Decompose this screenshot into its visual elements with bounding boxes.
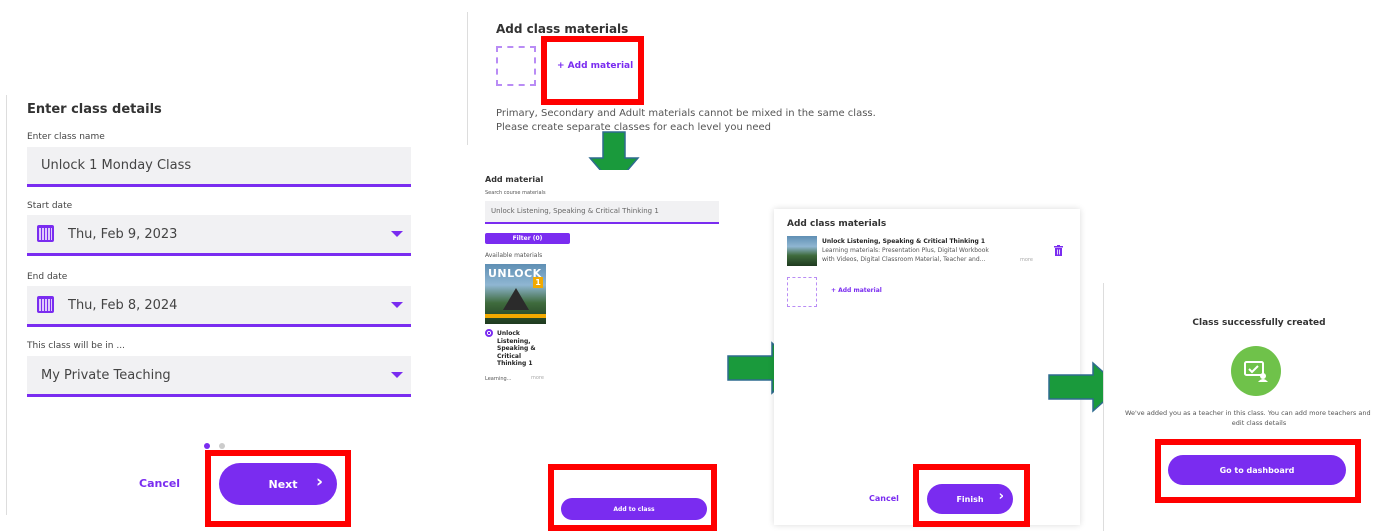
trash-icon[interactable]: [1054, 245, 1063, 256]
book-level-badge: 1: [533, 277, 543, 288]
location-select[interactable]: My Private Teaching: [27, 356, 411, 397]
panel-title: Enter class details: [27, 102, 162, 117]
success-badge-icon: [1231, 346, 1281, 396]
cover-stripe: [485, 314, 546, 318]
calendar-icon: [37, 225, 54, 242]
end-date-value: Thu, Feb 8, 2024: [68, 298, 178, 313]
pagination-dot: [219, 443, 225, 449]
start-date-select[interactable]: Thu, Feb 9, 2023: [27, 215, 411, 256]
pagination-dot-active: [204, 443, 210, 449]
class-name-input[interactable]: Unlock 1 Monday Class: [27, 147, 411, 187]
search-value: Unlock Listening, Speaking & Critical Th…: [491, 207, 659, 215]
book-title: Unlock Listening, Speaking & Critical Th…: [497, 330, 536, 367]
location-value: My Private Teaching: [41, 368, 171, 383]
chevron-down-icon: [391, 372, 403, 378]
selected-material-desc-line1: Learning materials: Presentation Plus, D…: [822, 247, 989, 254]
material-placeholder: [787, 277, 817, 307]
radio-selected-icon[interactable]: [485, 329, 493, 337]
panel-title: Add material: [485, 175, 544, 184]
selected-material-desc-line2: with Videos, Digital Classroom Material,…: [822, 256, 986, 263]
highlight-dashboard-button: [1155, 439, 1361, 503]
success-message-line1: We've added you as a teacher in this cla…: [1125, 409, 1371, 417]
available-materials-label: Available materials: [485, 252, 543, 259]
add-class-materials-panel: Add class materials + Add material Prima…: [467, 12, 878, 145]
selected-material-title: Unlock Listening, Speaking & Critical Th…: [822, 238, 986, 245]
chevron-down-icon: [391, 302, 403, 308]
filter-button[interactable]: Filter (0): [485, 233, 570, 244]
end-date-select[interactable]: Thu, Feb 8, 2024: [27, 286, 411, 327]
add-material-link[interactable]: + Add material: [831, 287, 882, 294]
book-meta: Learning...: [485, 376, 512, 382]
panel-title: Add class materials: [787, 219, 887, 229]
calendar-icon: [37, 296, 54, 313]
highlight-next-button: [205, 450, 351, 527]
panel-title: Class successfully created: [1192, 318, 1326, 328]
class-name-label: Enter class name: [27, 132, 105, 142]
start-date-value: Thu, Feb 9, 2023: [68, 227, 178, 242]
highlight-add-to-class: [548, 464, 717, 531]
more-link[interactable]: more: [1020, 257, 1033, 263]
end-date-label: End date: [27, 272, 68, 282]
highlight-add-material: [541, 36, 644, 105]
start-date-label: Start date: [27, 201, 73, 211]
location-label: This class will be in ...: [27, 341, 125, 351]
highlight-finish-button: [913, 464, 1030, 527]
filter-button-label: Filter (0): [512, 235, 543, 242]
monitor-check-icon: [1244, 361, 1268, 382]
success-message-line2: edit class details: [1231, 419, 1287, 427]
class-name-value: Unlock 1 Monday Class: [41, 158, 192, 173]
panel-title: Add class materials: [496, 22, 629, 36]
material-placeholder: [496, 46, 536, 86]
search-label: Search course materials: [485, 190, 546, 196]
chevron-down-icon: [391, 231, 403, 237]
selected-material-thumbnail: [787, 236, 817, 266]
cancel-button[interactable]: Cancel: [869, 494, 899, 503]
search-input[interactable]: Unlock Listening, Speaking & Critical Th…: [485, 201, 719, 224]
pagoda-shape: [503, 288, 529, 310]
more-link[interactable]: more: [531, 375, 544, 381]
book-cover-image[interactable]: UNLOCK 1: [485, 264, 546, 324]
mixing-note-line1: Primary, Secondary and Adult materials c…: [496, 108, 876, 119]
cancel-button[interactable]: Cancel: [139, 477, 180, 490]
